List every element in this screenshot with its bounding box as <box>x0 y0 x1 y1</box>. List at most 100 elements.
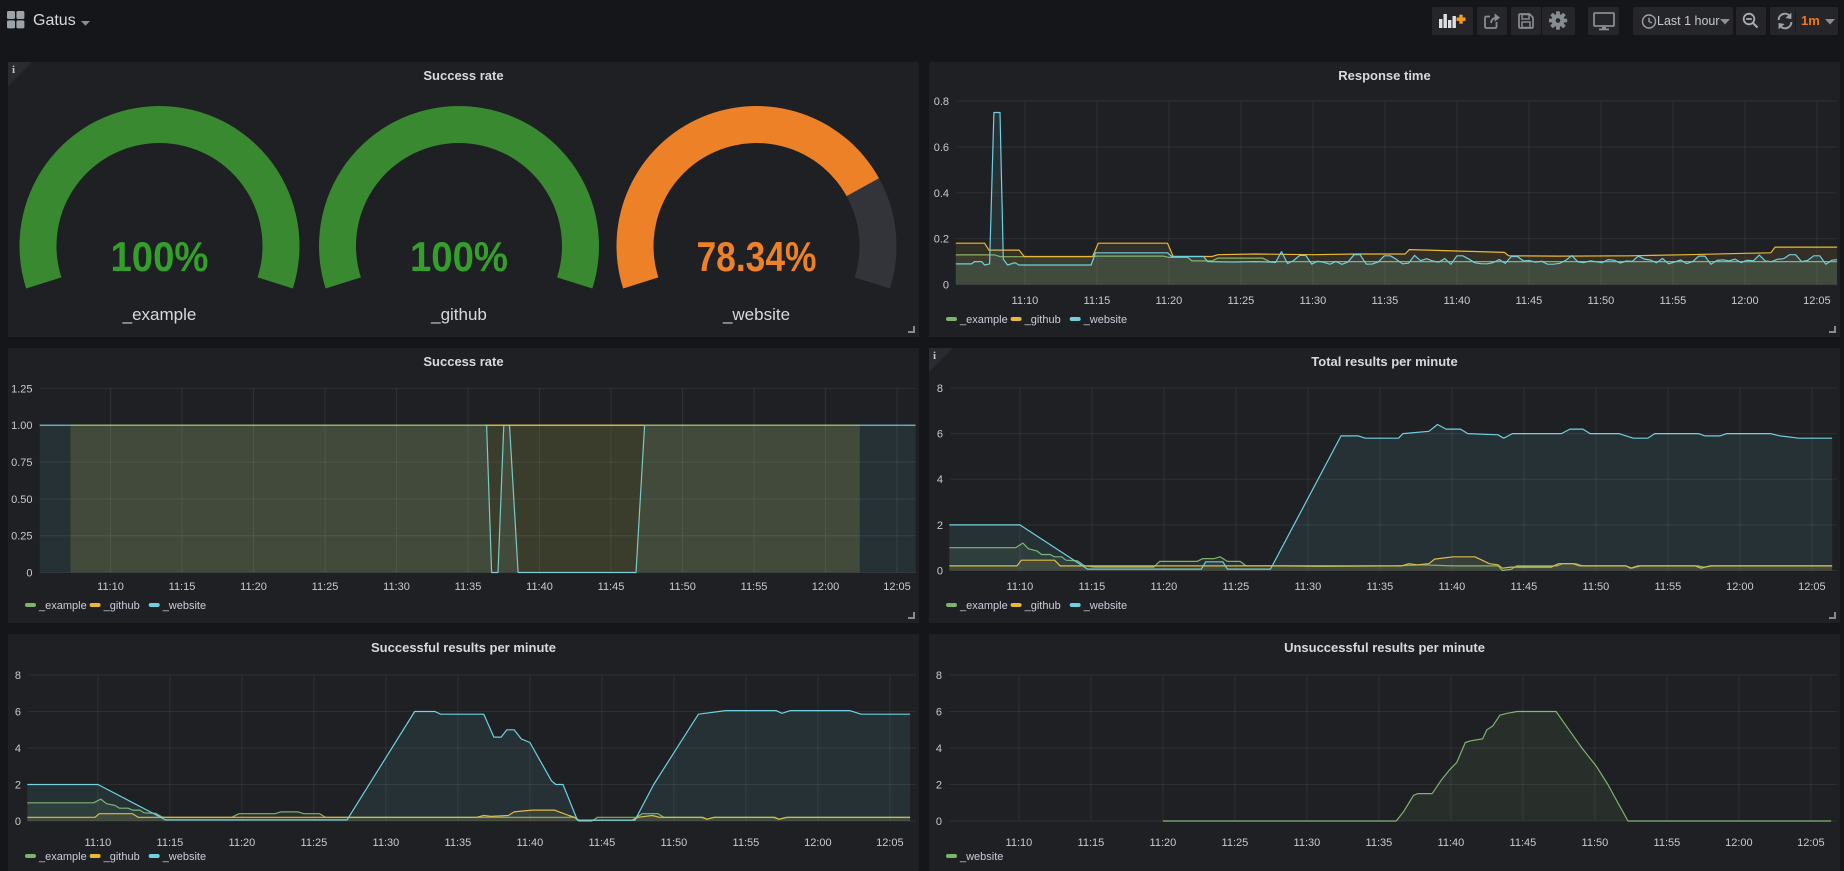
svg-text:11:25: 11:25 <box>312 581 339 593</box>
svg-text:11:20: 11:20 <box>240 581 267 593</box>
svg-text:2: 2 <box>15 780 21 792</box>
svg-text:11:30: 11:30 <box>1294 837 1321 849</box>
svg-text:_github: _github <box>1024 314 1061 326</box>
svg-text:_github: _github <box>103 600 140 612</box>
svg-text:11:55: 11:55 <box>1660 295 1687 307</box>
svg-text:11:30: 11:30 <box>1295 581 1322 593</box>
svg-text:12:05: 12:05 <box>876 837 904 849</box>
svg-text:0.2: 0.2 <box>934 234 949 246</box>
svg-text:11:15: 11:15 <box>169 581 196 593</box>
svg-text:0.8: 0.8 <box>934 96 949 108</box>
svg-text:11:55: 11:55 <box>1654 837 1681 849</box>
svg-text:11:55: 11:55 <box>741 581 768 593</box>
svg-text:11:30: 11:30 <box>1300 295 1327 307</box>
svg-text:12:05: 12:05 <box>1803 295 1831 307</box>
svg-text:11:50: 11:50 <box>669 581 696 593</box>
svg-text:_example: _example <box>38 851 87 863</box>
svg-text:11:20: 11:20 <box>1151 581 1178 593</box>
svg-text:0: 0 <box>26 568 32 580</box>
svg-text:0: 0 <box>937 566 943 578</box>
svg-text:11:55: 11:55 <box>1655 581 1682 593</box>
svg-text:11:35: 11:35 <box>1366 837 1393 849</box>
svg-text:11:40: 11:40 <box>526 581 553 593</box>
svg-text:_example: _example <box>38 600 87 612</box>
svg-text:11:35: 11:35 <box>445 837 472 849</box>
svg-text:11:45: 11:45 <box>1511 581 1538 593</box>
svg-text:11:55: 11:55 <box>733 837 760 849</box>
svg-text:11:15: 11:15 <box>1084 295 1111 307</box>
svg-text:11:50: 11:50 <box>1582 837 1609 849</box>
svg-text:_github: _github <box>1024 600 1061 612</box>
svg-text:11:40: 11:40 <box>1444 295 1471 307</box>
svg-text:12:00: 12:00 <box>812 581 840 593</box>
svg-text:11:35: 11:35 <box>1372 295 1399 307</box>
svg-text:11:50: 11:50 <box>661 837 688 849</box>
svg-text:0: 0 <box>936 816 942 828</box>
svg-text:11:10: 11:10 <box>97 581 124 593</box>
svg-text:12:05: 12:05 <box>883 581 911 593</box>
svg-text:0: 0 <box>15 816 21 828</box>
svg-text:_website: _website <box>722 305 790 324</box>
svg-text:1.25: 1.25 <box>11 383 32 395</box>
svg-text:11:45: 11:45 <box>589 837 616 849</box>
svg-text:_example: _example <box>959 600 1008 612</box>
svg-text:78.34%: 78.34% <box>697 233 817 280</box>
svg-text:_website: _website <box>1083 314 1127 326</box>
svg-text:11:15: 11:15 <box>157 837 184 849</box>
svg-text:11:50: 11:50 <box>1588 295 1615 307</box>
svg-text:_website: _website <box>1083 600 1127 612</box>
svg-text:0: 0 <box>943 280 949 292</box>
svg-text:12:00: 12:00 <box>1731 295 1759 307</box>
svg-text:8: 8 <box>15 670 21 682</box>
svg-text:11:40: 11:40 <box>1438 837 1465 849</box>
svg-text:_website: _website <box>959 851 1003 863</box>
svg-text:2: 2 <box>937 520 943 532</box>
svg-text:100%: 100% <box>111 233 209 280</box>
svg-text:2: 2 <box>936 780 942 792</box>
svg-text:0.75: 0.75 <box>11 457 32 469</box>
svg-text:11:40: 11:40 <box>517 837 544 849</box>
svg-text:0.50: 0.50 <box>11 494 32 506</box>
svg-text:11:10: 11:10 <box>1012 295 1039 307</box>
svg-text:1.00: 1.00 <box>11 420 32 432</box>
svg-text:6: 6 <box>15 707 21 719</box>
svg-text:12:05: 12:05 <box>1797 837 1825 849</box>
svg-text:11:35: 11:35 <box>455 581 482 593</box>
svg-text:11:20: 11:20 <box>1156 295 1183 307</box>
svg-text:11:20: 11:20 <box>1150 837 1177 849</box>
svg-text:_github: _github <box>430 305 487 324</box>
svg-text:11:35: 11:35 <box>1367 581 1394 593</box>
svg-text:0.4: 0.4 <box>934 188 949 200</box>
svg-text:_example: _example <box>959 314 1008 326</box>
svg-text:11:25: 11:25 <box>301 837 328 849</box>
svg-text:11:20: 11:20 <box>229 837 256 849</box>
svg-text:11:45: 11:45 <box>1510 837 1537 849</box>
svg-text:6: 6 <box>937 429 943 441</box>
svg-text:11:25: 11:25 <box>1228 295 1255 307</box>
svg-text:11:15: 11:15 <box>1078 837 1105 849</box>
svg-text:6: 6 <box>936 707 942 719</box>
svg-text:4: 4 <box>937 474 943 486</box>
svg-text:11:10: 11:10 <box>1007 581 1034 593</box>
svg-text:12:05: 12:05 <box>1798 581 1826 593</box>
svg-text:11:25: 11:25 <box>1222 837 1249 849</box>
svg-text:11:10: 11:10 <box>1006 837 1033 849</box>
svg-text:0.25: 0.25 <box>11 531 32 543</box>
svg-text:11:25: 11:25 <box>1223 581 1250 593</box>
svg-text:11:15: 11:15 <box>1079 581 1106 593</box>
svg-text:0.6: 0.6 <box>934 142 949 154</box>
svg-text:11:30: 11:30 <box>373 837 400 849</box>
svg-text:11:45: 11:45 <box>1516 295 1543 307</box>
svg-text:8: 8 <box>936 670 942 682</box>
svg-text:4: 4 <box>936 743 942 755</box>
svg-text:_github: _github <box>103 851 140 863</box>
svg-text:_website: _website <box>162 851 206 863</box>
svg-text:11:45: 11:45 <box>598 581 625 593</box>
svg-text:_example: _example <box>122 305 197 324</box>
svg-text:11:10: 11:10 <box>85 837 112 849</box>
svg-text:4: 4 <box>15 743 21 755</box>
svg-text:8: 8 <box>937 383 943 395</box>
svg-text:12:00: 12:00 <box>1725 837 1753 849</box>
svg-text:11:50: 11:50 <box>1583 581 1610 593</box>
svg-text:_website: _website <box>162 600 206 612</box>
